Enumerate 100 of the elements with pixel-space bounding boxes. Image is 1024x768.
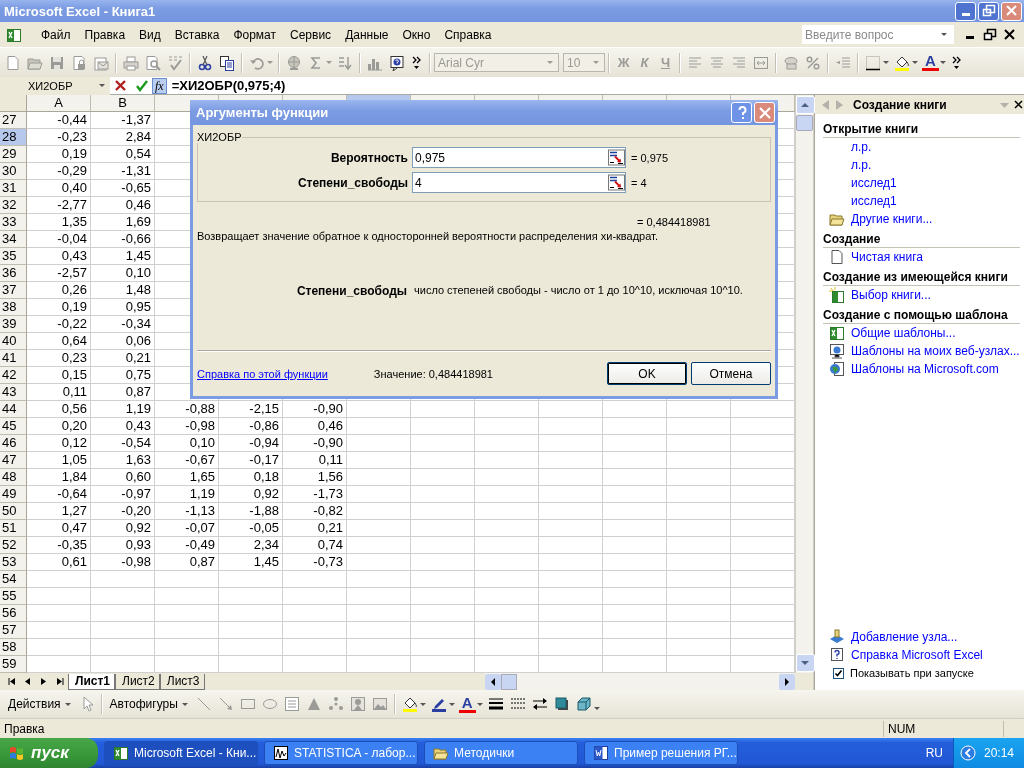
task-pane-link[interactable]: Общие шаблоны...: [851, 326, 956, 340]
borders-icon[interactable]: [865, 54, 881, 71]
menu-item[interactable]: Вид: [132, 25, 168, 44]
row-header[interactable]: 35: [0, 248, 27, 265]
insert-function-button[interactable]: fx: [152, 77, 167, 94]
sheet-tab[interactable]: Лист1: [68, 673, 116, 690]
row-header[interactable]: 53: [0, 554, 27, 571]
dropdown-arrow-icon[interactable]: [882, 59, 890, 66]
folder-globe-icon[interactable]: [829, 629, 845, 645]
envelope-icon[interactable]: [93, 54, 109, 71]
monitor-globe-icon[interactable]: [829, 343, 845, 359]
column-header[interactable]: B: [91, 95, 155, 112]
row-header[interactable]: 58: [0, 639, 27, 656]
font-color-button[interactable]: A: [458, 695, 476, 713]
line-icon[interactable]: [195, 696, 212, 712]
task-pane-link[interactable]: л.р.: [851, 158, 872, 172]
diagram-icon[interactable]: [327, 696, 344, 712]
row-header[interactable]: 52: [0, 537, 27, 554]
task-pane-link[interactable]: Шаблоны на Microsoft.com: [851, 362, 999, 376]
menu-item[interactable]: Сервис: [283, 25, 339, 44]
row-header[interactable]: 40: [0, 333, 27, 350]
row-header[interactable]: 45: [0, 418, 27, 435]
percent-icon[interactable]: [805, 54, 821, 71]
fill-color-icon[interactable]: [401, 696, 418, 712]
scroll-thumb[interactable]: [501, 673, 517, 690]
shadow-icon[interactable]: [553, 696, 570, 712]
row-header[interactable]: 37: [0, 282, 27, 299]
printer-icon[interactable]: [123, 54, 139, 71]
menu-item[interactable]: Вставка: [167, 25, 227, 44]
row-header[interactable]: 55: [0, 588, 27, 605]
task-pane-link[interactable]: Добавление узла...: [851, 630, 958, 644]
taskbar-button[interactable]: STATISTICA - лабор...: [264, 741, 418, 765]
task-pane-link[interactable]: Шаблоны на моих веб-узлах...: [851, 344, 1020, 358]
row-header[interactable]: 34: [0, 231, 27, 248]
restore-button[interactable]: [978, 1, 999, 21]
font-color-button[interactable]: A: [922, 54, 939, 71]
help-link[interactable]: Справка по этой функции: [197, 367, 328, 380]
checkbox[interactable]: [833, 667, 844, 679]
fill-color-icon[interactable]: [894, 54, 910, 71]
previous-sheet-icon[interactable]: [23, 677, 33, 686]
row-header[interactable]: 56: [0, 605, 27, 622]
row-header[interactable]: 28: [0, 129, 27, 146]
row-header[interactable]: 42: [0, 367, 27, 384]
menu-item[interactable]: Формат: [226, 25, 284, 44]
last-sheet-icon[interactable]: [55, 677, 65, 686]
dropdown-arrow-icon[interactable]: [938, 59, 947, 66]
copy-icon[interactable]: [219, 54, 235, 71]
close-button[interactable]: [1001, 1, 1022, 21]
row-header[interactable]: 57: [0, 622, 27, 639]
dropdown-arrow-icon[interactable]: [911, 59, 919, 66]
help-icon[interactable]: [829, 647, 845, 663]
print-preview-icon[interactable]: [145, 54, 161, 71]
rectangle-icon[interactable]: [239, 696, 256, 712]
sheet-tab[interactable]: Лист2: [115, 673, 160, 690]
dropdown-arrow-icon[interactable]: [418, 700, 427, 708]
coins-icon[interactable]: [783, 54, 799, 71]
cancel-button[interactable]: Отмена: [691, 362, 771, 385]
minimize-button[interactable]: [955, 1, 976, 21]
folder-icon[interactable]: [829, 211, 845, 227]
show-hidden-icons-icon[interactable]: [959, 745, 976, 761]
ok-button[interactable]: OK: [607, 362, 687, 385]
next-sheet-icon[interactable]: [39, 677, 49, 686]
scroll-right-icon[interactable]: [779, 673, 795, 690]
row-header[interactable]: 31: [0, 180, 27, 197]
sort-icon[interactable]: [337, 54, 353, 71]
arrow-style-icon[interactable]: [531, 696, 548, 712]
task-pane-link[interactable]: исслед1: [851, 176, 897, 190]
start-button[interactable]: пуск: [0, 738, 98, 768]
new-workbook-icon[interactable]: [829, 287, 845, 303]
language-indicator[interactable]: RU: [925, 746, 943, 760]
scroll-left-icon[interactable]: [485, 673, 501, 690]
vertical-scrollbar[interactable]: [795, 95, 813, 673]
dropdown-arrow-icon[interactable]: [447, 700, 456, 708]
help-icon[interactable]: [389, 54, 405, 71]
triangle-icon[interactable]: [305, 696, 322, 712]
row-header[interactable]: 44: [0, 401, 27, 418]
menu-item[interactable]: Данные: [338, 25, 396, 44]
cube-icon[interactable]: [575, 696, 592, 712]
row-header[interactable]: 54: [0, 571, 27, 588]
row-header[interactable]: 51: [0, 520, 27, 537]
row-header[interactable]: 48: [0, 469, 27, 486]
task-pane-link[interactable]: исслед1: [851, 194, 897, 208]
scroll-thumb[interactable]: [796, 115, 813, 131]
row-header[interactable]: 27: [0, 112, 27, 129]
taskbar-button[interactable]: Методички: [424, 741, 578, 765]
column-header[interactable]: A: [27, 95, 91, 112]
clip-art-icon[interactable]: [349, 696, 366, 712]
menu-item[interactable]: Окно: [395, 25, 438, 44]
task-pane-link[interactable]: Выбор книги...: [851, 288, 931, 302]
text-box-icon[interactable]: [283, 696, 300, 712]
new-document-icon[interactable]: [5, 54, 21, 71]
row-header[interactable]: 38: [0, 299, 27, 316]
dropdown-arrow-icon[interactable]: [592, 704, 601, 712]
enter-icon[interactable]: [135, 79, 148, 92]
row-header[interactable]: 49: [0, 486, 27, 503]
row-header[interactable]: 59: [0, 656, 27, 673]
row-header[interactable]: 43: [0, 384, 27, 401]
task-pane-link[interactable]: Другие книги...: [851, 212, 933, 226]
spell-check-icon[interactable]: [167, 54, 183, 71]
horizontal-scrollbar[interactable]: [485, 673, 795, 690]
